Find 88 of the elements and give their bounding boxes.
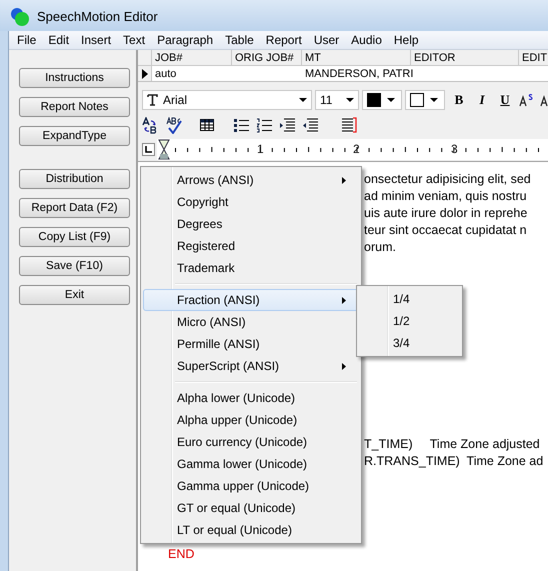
document-text: teur sint occaecat cupidatat n <box>364 222 528 239</box>
indent-marker-icon[interactable] <box>158 138 170 160</box>
menu-item[interactable]: Arrows (ANSI) <box>143 169 359 191</box>
column-header: JOB# <box>152 50 232 65</box>
ruler-ticks-icon <box>175 146 540 152</box>
text-color-picker[interactable] <box>362 90 402 110</box>
highlight-color-picker[interactable] <box>405 90 445 110</box>
menu-item[interactable]: Gamma upper (Unicode) <box>143 475 359 497</box>
menu-item[interactable]: Gamma lower (Unicode) <box>143 453 359 475</box>
menu-item[interactable]: Registered <box>143 235 359 257</box>
document-text: orum. <box>364 239 397 256</box>
menu-item[interactable]: Degrees <box>143 213 359 235</box>
side-button[interactable]: Report Notes <box>19 97 130 117</box>
menu-item[interactable]: Help <box>388 33 425 47</box>
window-title: SpeechMotion Editor <box>37 9 158 24</box>
column-header: EDITOR <box>411 50 519 65</box>
document-text: uis aute irure dolor in reprehe <box>364 205 528 222</box>
ruler-number: 1 <box>257 142 264 156</box>
replace-icon[interactable] <box>142 116 158 134</box>
menu-item[interactable]: File <box>11 33 42 47</box>
menu-item[interactable]: 1/2 <box>359 310 460 332</box>
document-text: onsectetur adipisicing elit, sed <box>364 171 532 188</box>
menu-item[interactable]: Alpha upper (Unicode) <box>143 409 359 431</box>
menu-item[interactable]: Alpha lower (Unicode) <box>143 387 359 409</box>
menu-item[interactable]: 1/4 <box>359 288 460 310</box>
menu-item[interactable]: Report <box>260 33 308 47</box>
font-name: Arial <box>163 93 188 107</box>
table-cell: auto <box>155 68 176 80</box>
font-icon <box>147 94 159 106</box>
caret-icon <box>346 98 354 102</box>
menu-item[interactable]: LT or equal (Unicode) <box>143 519 359 541</box>
tab-stop-icon[interactable] <box>142 142 155 156</box>
menu-item[interactable]: Text <box>117 33 152 47</box>
side-button[interactable]: Exit <box>19 285 130 305</box>
ruler[interactable]: 1 2 3 <box>157 138 548 160</box>
indent-icon[interactable] <box>280 118 295 132</box>
app-logo-icon <box>9 6 31 28</box>
side-button[interactable]: Save (F10) <box>19 256 130 276</box>
outdent-icon[interactable] <box>303 118 318 132</box>
align-justify-icon[interactable] <box>342 117 357 133</box>
color-swatch-icon <box>410 93 424 107</box>
menu-item[interactable]: Micro (ANSI) <box>143 311 359 333</box>
bullet-list-icon[interactable] <box>234 118 249 132</box>
ruler-number: 3 <box>451 142 458 156</box>
size-dropdown[interactable]: 11 <box>315 90 359 110</box>
document-text: R.TRANS_TIME) Time Zone ad <box>364 453 544 470</box>
menu-item[interactable]: 3/4 <box>359 332 460 354</box>
menu-item[interactable]: Permille (ANSI) <box>143 333 359 355</box>
underline-button[interactable]: U <box>496 90 514 110</box>
document-text: T_TIME) Time Zone adjusted <box>364 436 541 453</box>
side-button[interactable]: Distribution <box>19 169 130 189</box>
document-area[interactable] <box>138 161 548 571</box>
menu-item[interactable]: Insert <box>75 33 118 47</box>
caret-icon <box>299 98 307 102</box>
subscript-icon[interactable] <box>540 93 548 107</box>
column-header: ORIG JOB# <box>232 50 302 65</box>
side-button[interactable]: Instructions <box>19 68 130 88</box>
font-size: 11 <box>320 93 334 107</box>
menu-item[interactable]: Euro currency (Unicode) <box>143 431 359 453</box>
spellcheck-icon[interactable] <box>166 116 182 134</box>
menu-item[interactable]: GT or equal (Unicode) <box>143 497 359 519</box>
menu-item[interactable]: Edit <box>42 33 76 47</box>
side-button[interactable]: ExpandType <box>19 126 130 146</box>
menu-item[interactable]: Table <box>219 33 260 47</box>
superscript-icon[interactable] <box>519 93 535 107</box>
document-text: ad minim veniam, quis nostru <box>364 188 528 205</box>
color-swatch-icon <box>367 93 381 107</box>
table-icon[interactable] <box>200 119 214 131</box>
menu-item[interactable]: User <box>308 33 346 47</box>
font-dropdown[interactable]: Arial <box>142 90 312 110</box>
menu-item[interactable]: Audio <box>345 33 388 47</box>
document-text: END <box>168 546 196 563</box>
italic-button[interactable]: I <box>473 90 491 110</box>
caret-icon <box>430 98 438 102</box>
menu-item[interactable]: Paragraph <box>151 33 220 47</box>
menu-item[interactable]: SuperScript (ANSI) <box>143 355 359 377</box>
numbered-list-icon[interactable] <box>257 118 272 132</box>
bold-button[interactable]: B <box>450 90 468 110</box>
side-button[interactable]: Copy List (F9) <box>19 227 130 247</box>
column-header: EDIT <box>521 50 548 65</box>
menu-item[interactable]: Trademark <box>143 257 359 279</box>
table-cell: MANDERSON, PATRI <box>305 68 414 80</box>
caret-icon <box>387 98 395 102</box>
menu-item[interactable]: Copyright <box>143 191 359 213</box>
ruler-number: 2 <box>353 142 360 156</box>
menu-item[interactable]: Fraction (ANSI) <box>143 289 359 311</box>
column-header: MT <box>302 50 411 65</box>
side-button[interactable]: Report Data (F2) <box>19 198 130 218</box>
